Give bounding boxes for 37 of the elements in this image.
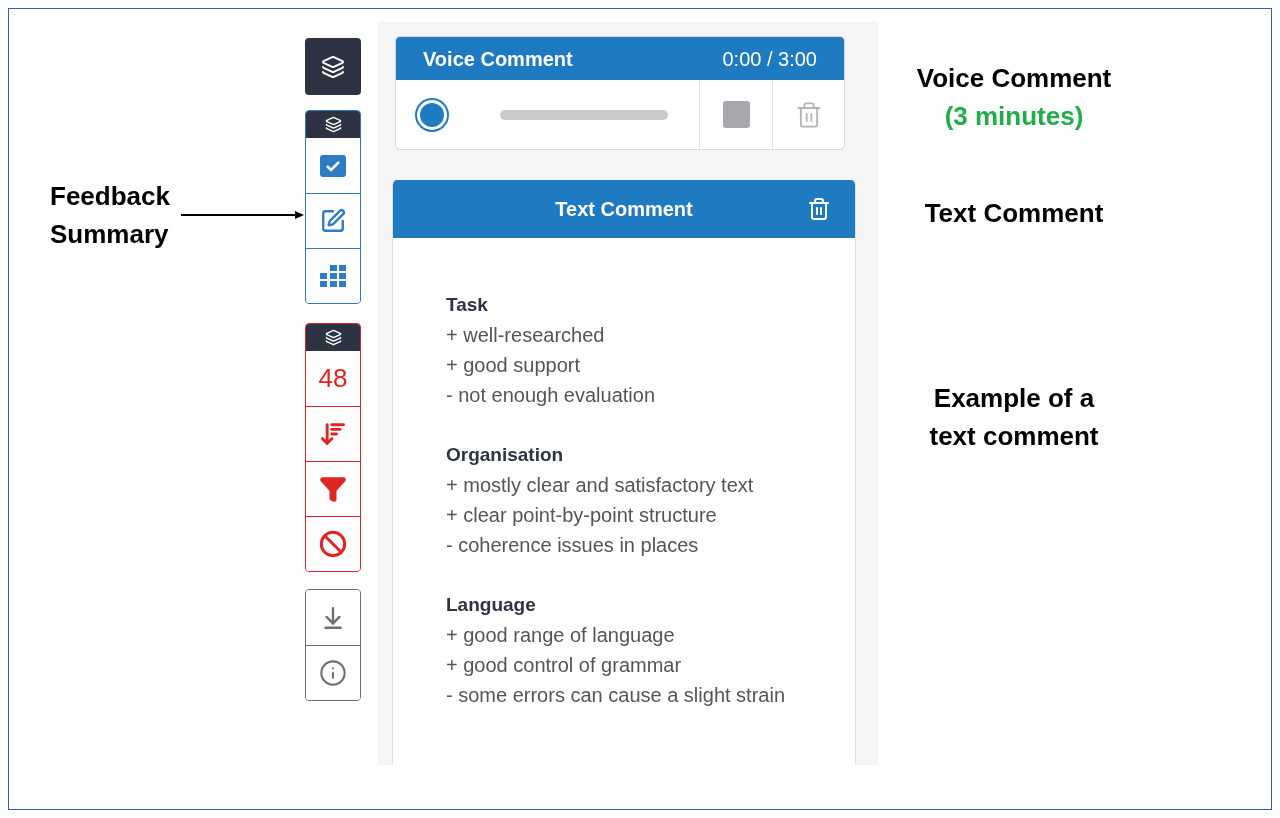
delete-icon[interactable] (807, 197, 831, 221)
sort-icon (319, 420, 347, 448)
section-heading: Organisation (446, 443, 565, 467)
edit-icon (320, 208, 346, 234)
tool-button[interactable] (306, 516, 360, 571)
record-button[interactable] (415, 97, 449, 132)
comment-line: - coherence issues in places (446, 533, 700, 558)
info-icon (319, 659, 347, 687)
duration-label: (3 minutes) (944, 100, 1084, 133)
filter-icon (319, 475, 347, 503)
callout-label: Feedback Summary (50, 180, 171, 251)
comment-line: + well-researched (446, 323, 606, 348)
comment-line: - some errors can cause a slight strain (446, 683, 787, 708)
layers-icon (324, 116, 342, 133)
text-comment-title: Text Comment (555, 197, 693, 222)
tool-button[interactable] (306, 248, 360, 303)
block-icon (319, 530, 347, 558)
timer: 0:00 / 3:00 (722, 46, 817, 72)
comment-line: + clear point-by-point structure (446, 503, 718, 528)
comment-line: + good control of grammar (446, 653, 683, 678)
voice-comment-title: Voice Comment (423, 46, 573, 72)
comment-line: + good range of language (446, 623, 676, 648)
example-label: Example of a text comment (928, 382, 1100, 453)
voice-comment-label: Voice Comment (916, 62, 1112, 95)
comment-line: + mostly clear and satisfactory text (446, 473, 755, 498)
comment-line: - not enough evaluation (446, 383, 657, 408)
section-heading: Language (446, 593, 537, 617)
checkbox-icon (319, 153, 347, 178)
stop-button[interactable] (722, 101, 750, 128)
text-comment-label: Text Comment (924, 197, 1104, 230)
section-heading: Task (446, 293, 489, 317)
layers-button[interactable] (305, 38, 361, 95)
layers-icon (321, 54, 345, 79)
layers-icon (324, 329, 342, 346)
grid-icon (319, 265, 347, 287)
tool-button[interactable] (306, 645, 360, 700)
comment-line: + good support (446, 353, 581, 378)
